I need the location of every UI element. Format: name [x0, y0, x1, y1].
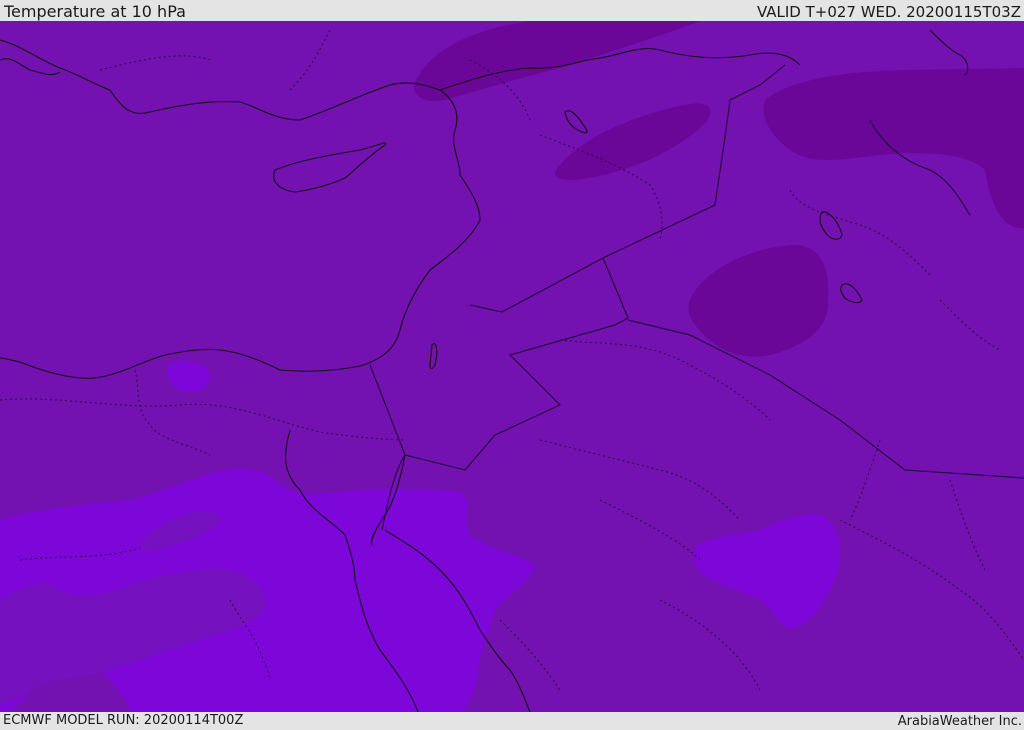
- weather-map: [0, 21, 1024, 712]
- valid-time: VALID T+027 WED. 20200115T03Z: [756, 3, 1021, 21]
- credit-label: ArabiaWeather Inc.: [897, 714, 1022, 729]
- model-run: ECMWF MODEL RUN: 20200114T00Z: [3, 713, 244, 728]
- footer-bar: ECMWF MODEL RUN: 20200114T00Z ArabiaWeat…: [0, 712, 1024, 729]
- header-bar: Temperature at 10 hPa VALID T+027 WED. 2…: [0, 0, 1024, 21]
- map-title: Temperature at 10 hPa: [4, 2, 186, 21]
